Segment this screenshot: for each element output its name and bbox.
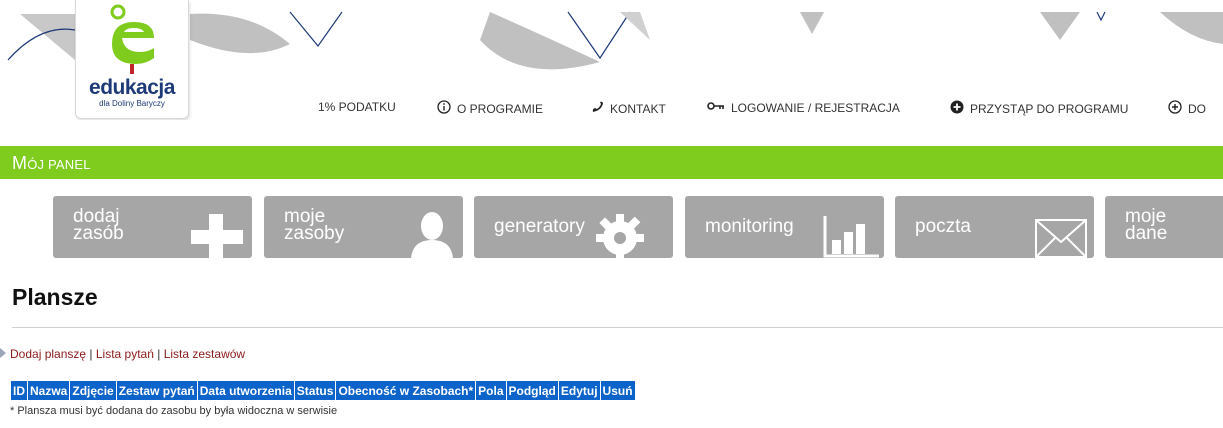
bullet-arrow-icon bbox=[0, 348, 6, 358]
column-header-name[interactable]: Nazwa bbox=[26, 380, 71, 401]
phone-icon bbox=[590, 100, 604, 117]
tile-label: moje zasoby bbox=[284, 207, 345, 244]
envelope-icon bbox=[1035, 219, 1087, 258]
gear-icon bbox=[596, 214, 644, 258]
nav-add[interactable]: DO bbox=[1168, 100, 1206, 117]
tile-label: generatory bbox=[494, 216, 585, 237]
tile-generators[interactable]: generatory bbox=[474, 196, 673, 258]
panel-title-first: M bbox=[12, 153, 28, 173]
column-header-preview[interactable]: Podgląd bbox=[505, 380, 559, 401]
nav-about[interactable]: O PROGRAMIE bbox=[437, 100, 543, 117]
header: edukacja dla Doliny Baryczy 1% PODATKU O… bbox=[0, 0, 1223, 120]
table-footnote: * Plansza musi być dodana do zasobu by b… bbox=[10, 405, 338, 417]
action-links: Dodaj planszę | Lista pytań | Lista zest… bbox=[10, 347, 245, 361]
key-icon bbox=[707, 100, 725, 115]
user-icon bbox=[411, 212, 453, 258]
column-header-question-set[interactable]: Zestaw pytań bbox=[115, 380, 198, 401]
column-header-status[interactable]: Status bbox=[293, 380, 337, 401]
nav-tax[interactable]: 1% PODATKU bbox=[318, 100, 396, 114]
column-header-presence[interactable]: Obecność w Zasobach* bbox=[335, 380, 477, 401]
column-header-photo[interactable]: Zdjęcie bbox=[69, 380, 117, 401]
tile-label-line2: zasób bbox=[73, 223, 124, 244]
tile-label-line2: zasoby bbox=[284, 223, 345, 244]
plus-circle-icon bbox=[1168, 100, 1182, 117]
boards-table: ID Nazwa Zdjęcie Zestaw pytań Data utwor… bbox=[10, 380, 636, 401]
panel-title: Mój panel bbox=[12, 153, 91, 174]
plus-icon bbox=[191, 214, 243, 258]
column-header-created[interactable]: Data utworzenia bbox=[196, 380, 295, 401]
nav-label: O PROGRAMIE bbox=[457, 101, 544, 116]
column-header-fields[interactable]: Pola bbox=[475, 380, 507, 401]
link-separator: | bbox=[86, 347, 96, 361]
tile-label: dodaj zasób bbox=[73, 207, 124, 244]
info-circle-icon bbox=[437, 100, 451, 117]
question-list-link[interactable]: Lista pytań bbox=[96, 347, 154, 361]
column-header-edit[interactable]: Edytuj bbox=[557, 380, 601, 401]
nav-login[interactable]: LOGOWANIE / REJESTRACJA bbox=[707, 100, 900, 115]
logo-subtitle: dla Doliny Baryczy bbox=[99, 99, 165, 108]
divider bbox=[12, 327, 1223, 328]
nav-label: DO bbox=[1188, 101, 1206, 116]
bar-chart-icon bbox=[823, 216, 879, 258]
add-board-link[interactable]: Dodaj planszę bbox=[10, 347, 86, 361]
tile-my-data[interactable]: moje dane bbox=[1105, 196, 1223, 258]
nav-label: 1% PODATKU bbox=[318, 100, 396, 114]
tile-label: moje dane bbox=[1125, 207, 1168, 244]
logo-e-icon bbox=[110, 4, 154, 74]
tile-my-resources[interactable]: moje zasoby bbox=[264, 196, 463, 258]
column-header-delete[interactable]: Usuń bbox=[599, 380, 636, 401]
tile-label: poczta bbox=[915, 216, 971, 237]
nav-contact[interactable]: KONTAKT bbox=[590, 100, 666, 117]
panel-title-rest: ój panel bbox=[27, 157, 91, 172]
tile-add-resource[interactable]: dodaj zasób bbox=[53, 196, 252, 258]
column-header-id[interactable]: ID bbox=[10, 380, 28, 401]
page-title: Plansze bbox=[12, 284, 98, 310]
tile-label-line2: dane bbox=[1125, 223, 1168, 244]
nav-join[interactable]: PRZYSTĄP DO PROGRAMU bbox=[950, 100, 1128, 117]
tile-mail[interactable]: poczta bbox=[895, 196, 1094, 258]
tile-label: monitoring bbox=[705, 216, 794, 237]
link-separator: | bbox=[153, 347, 164, 361]
tile-monitoring[interactable]: monitoring bbox=[685, 196, 884, 258]
my-panel-bar: Mój panel bbox=[0, 146, 1223, 179]
plus-filled-icon bbox=[950, 100, 964, 117]
nav-label: KONTAKT bbox=[610, 101, 666, 116]
logo-title: edukacja bbox=[89, 76, 175, 99]
nav-label: PRZYSTĄP DO PROGRAMU bbox=[970, 101, 1129, 116]
set-list-link[interactable]: Lista zestawów bbox=[164, 347, 245, 361]
nav-label: LOGOWANIE / REJESTRACJA bbox=[731, 100, 900, 115]
site-logo[interactable]: edukacja dla Doliny Baryczy bbox=[75, 0, 189, 119]
table-header-row: ID Nazwa Zdjęcie Zestaw pytań Data utwor… bbox=[10, 380, 636, 401]
